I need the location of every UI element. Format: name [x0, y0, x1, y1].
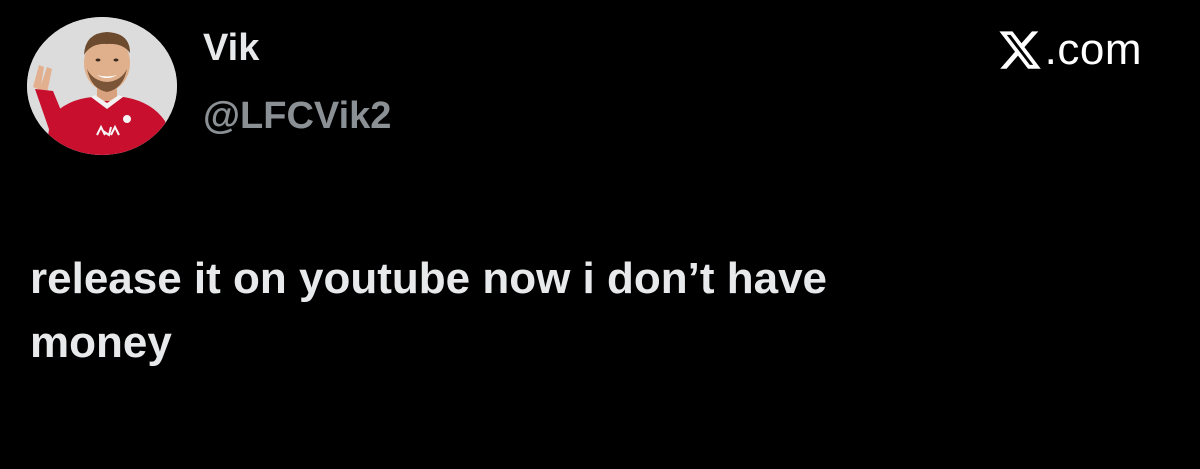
site-link[interactable]: .com [997, 24, 1142, 76]
site-domain: .com [1044, 25, 1142, 74]
author-name[interactable]: Vik [203, 24, 259, 72]
avatar-photo [27, 17, 177, 155]
tweet-text: release it on youtube now i don’t have m… [30, 254, 828, 367]
x-logo-icon [999, 31, 1041, 69]
author-handle[interactable]: @LFCVik2 [203, 92, 391, 140]
author-avatar[interactable] [27, 17, 177, 155]
tweet-card: Vik @LFCVik2 .com release it on youtube … [0, 0, 1200, 469]
